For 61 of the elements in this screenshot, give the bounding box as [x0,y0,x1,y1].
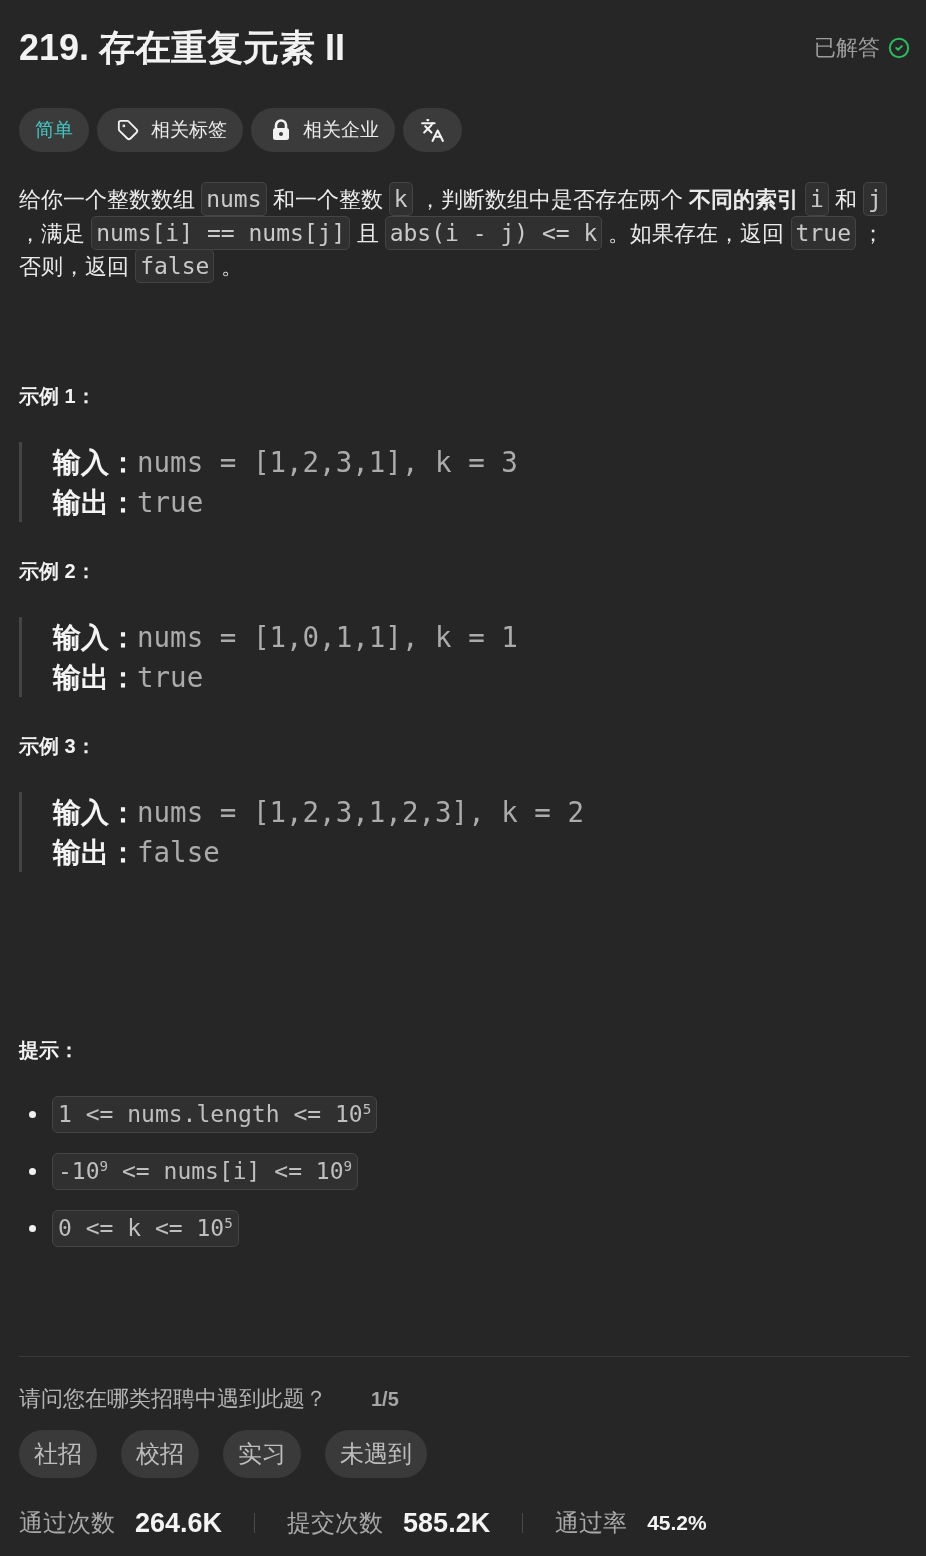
example-heading: 示例 3： [19,734,97,759]
survey-option[interactable]: 未遇到 [325,1430,427,1478]
example-value: false [137,835,220,870]
description-text: 且 [356,220,379,246]
example-label: 输出： [53,486,137,520]
example-label: 输入： [53,621,137,655]
description-text: 给你一个整数数组 [19,187,195,212]
translate-button[interactable] [403,108,462,152]
example-value: true [137,660,204,695]
tag-icon [117,119,139,141]
description-text: 和 [835,187,857,212]
example-value: nums = [1,0,1,1], k = 1 [137,620,518,655]
survey-option[interactable]: 社招 [19,1430,97,1478]
constraints-heading: 提示： [19,1038,80,1063]
inline-code: abs(i - j) <= k [384,215,603,250]
example-label: 输入： [53,446,137,480]
inline-code: true [790,215,856,250]
description-text: ，判断数组中是否存在两个 不同的索引 [418,187,799,212]
example-value: nums = [1,2,3,1,2,3], k = 2 [137,795,585,830]
example-value: true [137,485,204,520]
stat-value: 45.2% [647,1511,707,1535]
example-heading: 示例 1： [19,384,97,409]
stat-label: 通过次数 [19,1508,115,1538]
example-label: 输出： [53,836,137,870]
difficulty-tag[interactable]: 简单 [19,108,89,152]
survey-counter: 1/5 [371,1387,399,1412]
stat-label: 提交次数 [287,1508,384,1538]
description-text: 和一个整数 [272,187,383,212]
lock-icon [271,119,291,141]
description-text: 。如果存在，返回 [608,220,785,246]
related-tags-button[interactable]: 相关标签 [97,108,243,152]
inline-code: nums [201,182,267,216]
example-label: 输入： [53,796,137,830]
description-text: 否则，返回 [19,254,129,279]
related-companies-button[interactable]: 相关企业 [251,108,395,152]
description-text: 。 [220,254,243,279]
bullet-icon [29,1225,36,1232]
constraint-code: 1 <= nums.length <= 10$^{5}$ [52,1096,378,1133]
inline-code: false [135,249,215,283]
status-label: 已解答 [814,34,880,62]
survey-question: 请问您在哪类招聘中遇到此题？ [19,1385,327,1413]
bullet-icon [29,1111,36,1118]
bullet-icon [29,1168,36,1175]
example-label: 输出： [53,661,137,695]
translate-icon [420,117,445,143]
survey-option[interactable]: 校招 [121,1430,199,1478]
example-value: nums = [1,2,3,1], k = 3 [137,445,518,480]
inline-code: j [863,182,887,216]
description-text: ，满足 [19,220,85,246]
stat-value: 264.6K [135,1507,223,1539]
stat-label: 通过率 [555,1508,628,1538]
constraint-code: -10$^{9}$ <= nums[i] <= 10$^{9}$ [52,1153,359,1190]
description-text: ； [862,220,885,246]
example-heading: 示例 2： [19,559,97,584]
stat-value: 585.2K [403,1507,491,1539]
inline-code: k [388,182,413,216]
problem-title: 219. 存在重复元素 II [19,26,346,70]
inline-code: i [805,182,829,216]
inline-code: nums[i] == nums[j] [91,215,351,250]
constraint-code: 0 <= k <= 10$^{5}$ [52,1210,239,1247]
survey-option[interactable]: 实习 [223,1430,301,1478]
